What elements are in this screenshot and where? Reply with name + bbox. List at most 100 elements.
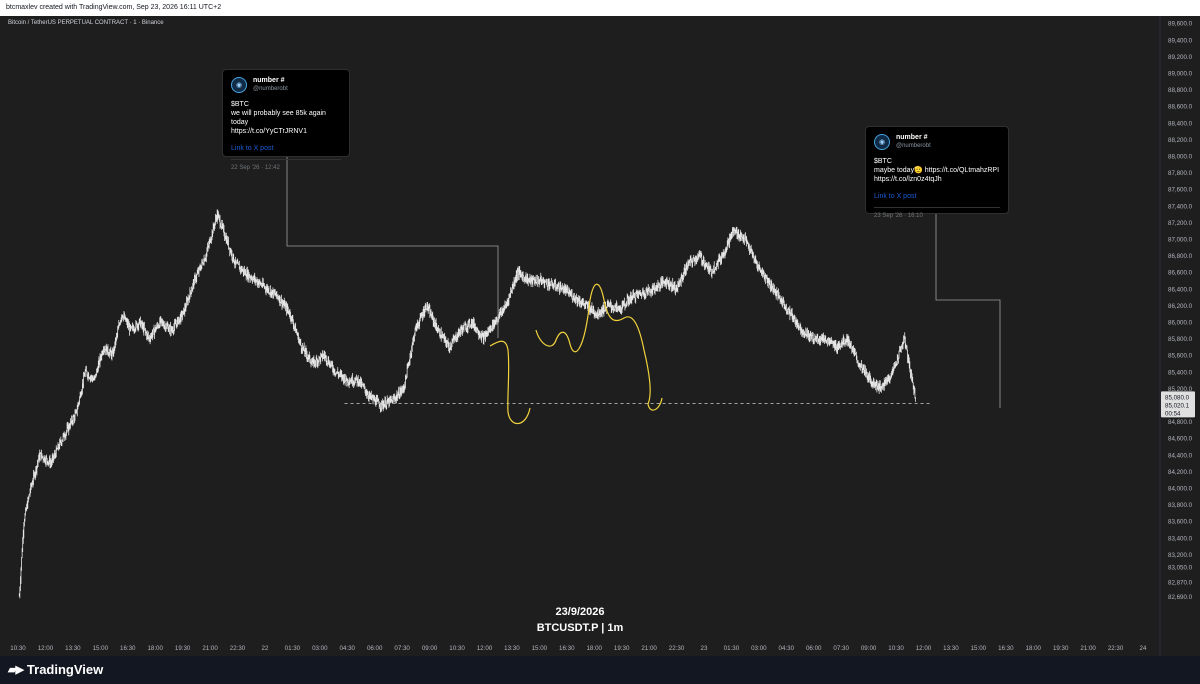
x-tick-label: 22:30 xyxy=(669,645,685,652)
y-tick-label: 84,600.0 xyxy=(1168,436,1193,443)
tweet-line: $BTC xyxy=(874,158,892,165)
x-tick-label: 24 xyxy=(1140,645,1147,652)
tweet-handle: @numberobt xyxy=(896,143,931,149)
y-tick-label: 88,400.0 xyxy=(1168,120,1193,127)
y-tick-label: 83,400.0 xyxy=(1168,535,1193,542)
divider xyxy=(231,159,341,160)
x-tick-label: 03:00 xyxy=(312,645,328,652)
y-tick-label: 83,050.0 xyxy=(1168,564,1193,571)
price-chart[interactable]: 82,690.0 82,870.0 83,050.0 83,200.0 83,400.0… xyxy=(0,16,1200,656)
y-tick-label: 84,800.0 xyxy=(1168,419,1193,426)
y-tick-label: 84,000.0 xyxy=(1168,486,1193,493)
y-tick-label: 89,600.0 xyxy=(1168,21,1193,28)
y-tick-label: 85,400.0 xyxy=(1168,369,1193,376)
avatar-icon: ◉ xyxy=(874,134,890,150)
x-tick-label: 19:30 xyxy=(614,645,630,652)
tweet-author: number # xyxy=(896,134,928,141)
brand-label: TradingView xyxy=(26,662,104,677)
x-tick-label: 04:30 xyxy=(340,645,356,652)
x-tick-label: 15:00 xyxy=(971,645,987,652)
tweet-time: 22 Sep '26 · 12:42 xyxy=(231,165,280,171)
x-tick-label: 03:00 xyxy=(751,645,767,652)
y-tick-label: 89,000.0 xyxy=(1168,71,1193,78)
last-price-label: 85,020.1 xyxy=(1165,402,1190,409)
tweet-line: maybe today🫡 https://t.co/QLtmahzRPI xyxy=(874,167,1000,174)
y-tick-label: 88,800.0 xyxy=(1168,87,1193,94)
x-tick-label: 10:30 xyxy=(888,645,904,652)
x-tick-label: 12:00 xyxy=(38,645,54,652)
footer-bar xyxy=(0,656,1200,684)
x-tick-label: 13:30 xyxy=(504,645,520,652)
y-tick-label: 84,400.0 xyxy=(1168,452,1193,459)
link-to-x-post[interactable]: Link to X post xyxy=(874,192,1000,201)
x-tick-label: 04:30 xyxy=(779,645,795,652)
y-tick-label: 84,200.0 xyxy=(1168,469,1193,476)
x-tick-label: 16:30 xyxy=(998,645,1014,652)
created-text: btcmaxlev created with TradingView.com, … xyxy=(6,4,222,11)
x-tick-label: 16:30 xyxy=(559,645,575,652)
y-tick-label: 87,600.0 xyxy=(1168,187,1193,194)
x-tick-label: 12:00 xyxy=(916,645,932,652)
link-to-x-post[interactable]: Link to X post xyxy=(231,144,341,153)
y-tick-label: 86,800.0 xyxy=(1168,253,1193,260)
y-tick-label: 87,200.0 xyxy=(1168,220,1193,227)
tweet-line: $BTC xyxy=(231,101,249,108)
divider xyxy=(874,207,1000,208)
tweet-card[interactable]: ◉ number # @numberobt $BTC maybe today🫡 … xyxy=(865,126,1009,219)
x-tick-label: 22 xyxy=(262,645,269,652)
x-tick-label: 19:30 xyxy=(175,645,191,652)
x-tick-label: 15:00 xyxy=(93,645,109,652)
x-tick-label: 18:00 xyxy=(586,645,602,652)
x-tick-label: 01:30 xyxy=(285,645,301,652)
y-tick-label: 86,400.0 xyxy=(1168,286,1193,293)
watermark-symbol: BTCUSDT.P | 1m xyxy=(536,622,624,634)
tweet-handle: @numberobt xyxy=(253,86,288,92)
tweet-connector-line xyxy=(286,157,499,338)
x-tick-label: 22:30 xyxy=(230,645,246,652)
x-tick-label: 19:30 xyxy=(1053,645,1069,652)
y-tick-label: 86,600.0 xyxy=(1168,270,1193,277)
x-tick-label: 09:00 xyxy=(422,645,438,652)
x-tick-label: 12:00 xyxy=(477,645,493,652)
y-tick-label: 88,600.0 xyxy=(1168,104,1193,111)
y-tick-label: 83,600.0 xyxy=(1168,519,1193,526)
x-tick-label: 09:00 xyxy=(861,645,877,652)
last-price-label: 85,080.0 xyxy=(1165,394,1190,401)
x-tick-label: 21:00 xyxy=(641,645,657,652)
tweet-line: https://t.co/lzn0z4tqJh xyxy=(874,176,942,183)
tweet-card[interactable]: ◉ number # @numberobt $BTC we will proba… xyxy=(222,69,350,171)
x-tick-label: 07:30 xyxy=(394,645,410,652)
x-tick-label: 10:30 xyxy=(10,645,26,652)
x-tick-label: 13:30 xyxy=(65,645,81,652)
x-tick-label: 06:00 xyxy=(806,645,822,652)
tweet-connector-line xyxy=(935,214,1001,408)
x-tick-label: 18:00 xyxy=(1026,645,1042,652)
y-tick-label: 86,200.0 xyxy=(1168,303,1193,310)
y-tick-label: 87,800.0 xyxy=(1168,170,1193,177)
y-tick-label: 88,000.0 xyxy=(1168,154,1193,161)
x-tick-label: 21:00 xyxy=(1080,645,1096,652)
x-tick-label: 01:30 xyxy=(724,645,740,652)
y-tick-label: 85,800.0 xyxy=(1168,336,1193,343)
export-header: btcmaxlev created with TradingView.com, … xyxy=(0,0,1200,16)
watermark-date: 23/9/2026 xyxy=(555,606,605,618)
y-tick-label: 82,870.0 xyxy=(1168,579,1193,586)
candles xyxy=(18,209,916,599)
y-tick-label: 88,200.0 xyxy=(1168,137,1193,144)
y-tick-label: 83,200.0 xyxy=(1168,552,1193,559)
y-tick-label: 87,000.0 xyxy=(1168,237,1193,244)
tradingview-logo-icon: ▰▶ xyxy=(8,664,24,676)
y-tick-label: 89,400.0 xyxy=(1168,37,1193,44)
x-tick-label: 16:30 xyxy=(120,645,136,652)
x-tick-label: 13:30 xyxy=(943,645,959,652)
avatar-icon: ◉ xyxy=(231,77,247,93)
drawing-stroke xyxy=(535,283,663,411)
x-tick-label: 15:00 xyxy=(532,645,548,652)
x-tick-label: 22:30 xyxy=(1108,645,1124,652)
y-tick-label: 87,400.0 xyxy=(1168,203,1193,210)
x-tick-label: 06:00 xyxy=(367,645,383,652)
tweet-time: 23 Sep '26 · 16:10 xyxy=(874,213,923,219)
tradingview-brand[interactable]: ▰▶ TradingView xyxy=(8,662,103,677)
x-tick-label: 07:30 xyxy=(833,645,849,652)
tweet-line: we will probably see 85k again today xyxy=(231,110,326,126)
